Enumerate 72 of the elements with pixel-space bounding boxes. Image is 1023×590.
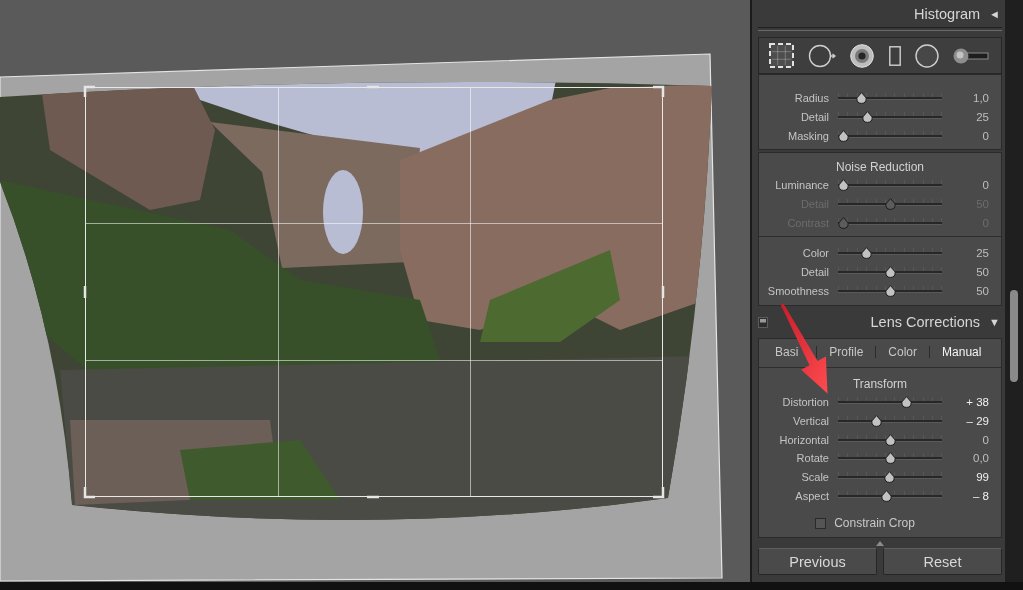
slider-thumb[interactable] xyxy=(884,266,896,279)
crop-edge-handle[interactable] xyxy=(661,286,665,298)
crop-edge-handle[interactable] xyxy=(83,286,87,298)
crop-corner-handle[interactable] xyxy=(653,85,665,97)
slider-value: 50 xyxy=(975,266,989,279)
slider-thumb[interactable] xyxy=(855,92,867,105)
slider-thumb[interactable] xyxy=(884,284,896,297)
tab[interactable]: Color xyxy=(888,345,918,359)
crop-edge-handle[interactable] xyxy=(367,85,379,89)
slider-label: Radius xyxy=(793,92,829,105)
slider-thumb[interactable] xyxy=(838,129,849,142)
slider-label: Luminance xyxy=(774,179,829,192)
crop-corner-handle[interactable] xyxy=(83,487,95,499)
tab[interactable]: Basi xyxy=(775,345,799,359)
rectangle-icon[interactable] xyxy=(888,45,901,66)
slider-label: Aspect xyxy=(794,489,829,502)
slider-thumb[interactable] xyxy=(880,489,892,502)
slider-value: 25 xyxy=(975,111,989,124)
slider-label: Distortion xyxy=(781,396,829,409)
slider-thumb[interactable] xyxy=(862,111,874,124)
panel-title[interactable]: Lens Corrections xyxy=(870,314,981,330)
previous-button[interactable]: Previous xyxy=(758,548,877,575)
slider-thumb[interactable] xyxy=(884,433,896,446)
panel-title[interactable]: Histogram xyxy=(914,5,981,22)
slider-label: Vertical xyxy=(791,415,829,428)
slider-thumb[interactable] xyxy=(838,179,849,192)
checkbox-label[interactable]: Constrain Crop xyxy=(834,516,915,531)
circle-arrow-icon[interactable] xyxy=(808,43,837,68)
slider-thumb[interactable] xyxy=(861,247,873,260)
slider-label: Detail xyxy=(799,111,829,124)
slider-label: Scale xyxy=(800,471,829,484)
section-title: Transform xyxy=(852,377,908,391)
panel-end-icon xyxy=(876,540,884,546)
scrollbar-thumb[interactable] xyxy=(1010,290,1018,382)
eye-icon[interactable] xyxy=(850,43,875,68)
slider-label: Detail xyxy=(799,266,829,279)
slider-thumb[interactable] xyxy=(883,471,895,484)
switch-icon[interactable] xyxy=(758,316,768,328)
slider-value: 50 xyxy=(975,284,989,297)
checkbox[interactable] xyxy=(815,517,827,529)
tab[interactable]: Manual xyxy=(942,345,982,359)
slider-value: 0 xyxy=(981,179,989,192)
brush-icon[interactable] xyxy=(952,47,989,64)
slider-value: 25 xyxy=(975,247,989,260)
scrollbar[interactable] xyxy=(1005,0,1023,582)
slider-value: + 38 xyxy=(965,396,989,409)
crop-corner-handle[interactable] xyxy=(83,85,95,97)
slider-value: 99 xyxy=(975,471,989,484)
slider-value: 1,0 xyxy=(972,92,989,105)
circle-icon[interactable] xyxy=(914,43,939,68)
slider-label: Masking xyxy=(787,129,829,142)
slider-value: 0,0 xyxy=(972,452,989,465)
crop-icon[interactable] xyxy=(769,43,794,68)
slider-value: – 8 xyxy=(972,489,989,502)
slider-label: Color xyxy=(801,247,829,260)
collapse-toggle[interactable]: ▼ xyxy=(989,316,1000,328)
reset-button[interactable]: Reset xyxy=(883,548,1002,575)
crop-edge-handle[interactable] xyxy=(367,495,379,499)
slider-label: Horizontal xyxy=(778,433,829,446)
slider-thumb[interactable] xyxy=(871,415,883,428)
crop-frame[interactable] xyxy=(85,87,663,497)
slider-label: Rotate xyxy=(795,452,829,465)
slider-label: Smoothness xyxy=(766,284,829,297)
collapse-toggle[interactable]: ◄ xyxy=(989,7,1000,20)
section-title: Noise Reduction xyxy=(835,160,925,174)
slider-thumb[interactable] xyxy=(901,396,913,409)
slider-value: – 29 xyxy=(965,415,989,428)
crop-corner-handle[interactable] xyxy=(653,487,665,499)
slider-thumb[interactable] xyxy=(884,452,896,465)
tab[interactable]: Profile xyxy=(829,345,864,359)
slider-value: 0 xyxy=(981,129,989,142)
slider-value: 0 xyxy=(981,433,989,446)
